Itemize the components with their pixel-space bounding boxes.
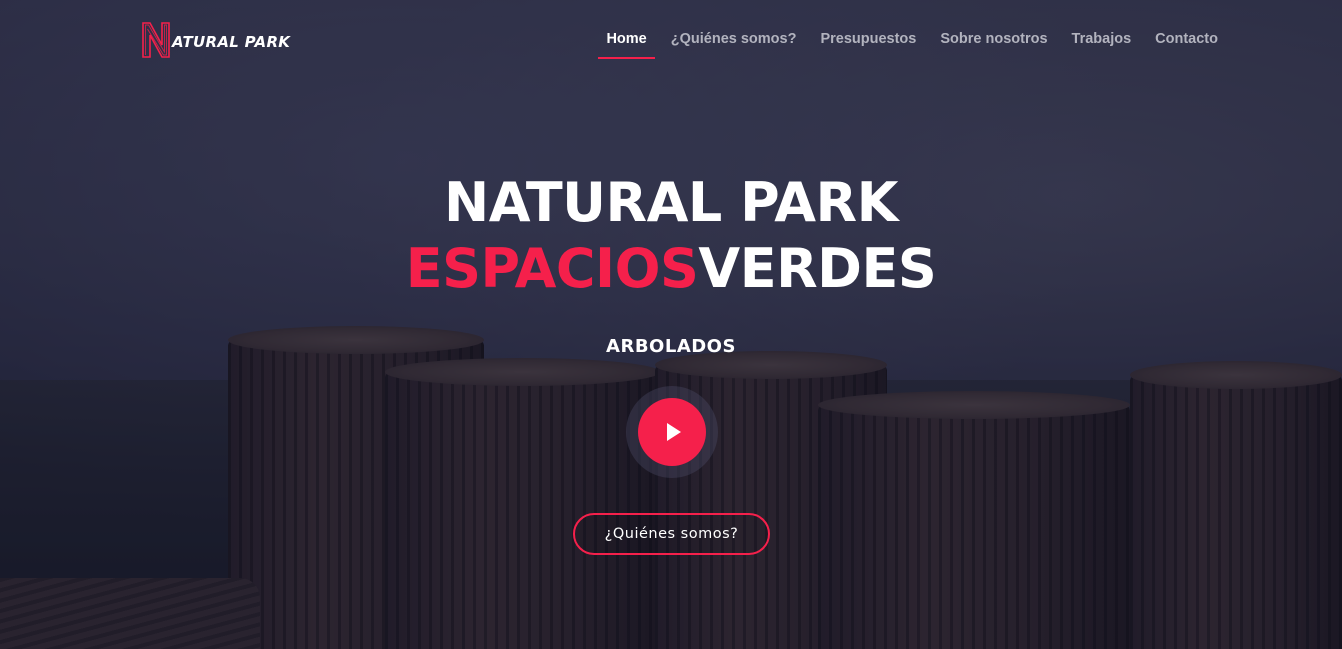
logo-n-icon: [140, 21, 172, 59]
play-video-button[interactable]: [626, 386, 718, 478]
hero-title: NATURAL PARK: [444, 171, 898, 234]
hero-title-accent: ESPACIOS: [405, 237, 699, 300]
quienes-somos-button[interactable]: ¿Quiénes somos?: [573, 513, 770, 555]
nav-item-home[interactable]: Home: [594, 28, 658, 59]
main-nav: Home ¿Quiénes somos? Presupuestos Sobre …: [594, 28, 1230, 59]
hero-title-rest: VERDES: [698, 237, 937, 300]
hero-content: NATURAL PARK ESPACIOSVERDES ARBOLADOS: [0, 170, 1342, 357]
nav-item-contacto[interactable]: Contacto: [1143, 28, 1230, 59]
nav-item-sobre-nosotros[interactable]: Sobre nosotros: [928, 28, 1059, 59]
nav-item-trabajos[interactable]: Trabajos: [1060, 28, 1144, 59]
nav-item-quienes-somos[interactable]: ¿Quiénes somos?: [659, 28, 809, 59]
logo-text: ATURAL PARK: [172, 33, 291, 51]
hero-subtitle: ARBOLADOS: [606, 336, 736, 357]
site-logo[interactable]: ATURAL PARK: [140, 20, 290, 60]
play-icon: [667, 423, 681, 441]
nav-item-presupuestos[interactable]: Presupuestos: [808, 28, 928, 59]
hero-title-line2: ESPACIOSVERDES: [0, 236, 1342, 302]
play-button-circle: [638, 398, 706, 466]
